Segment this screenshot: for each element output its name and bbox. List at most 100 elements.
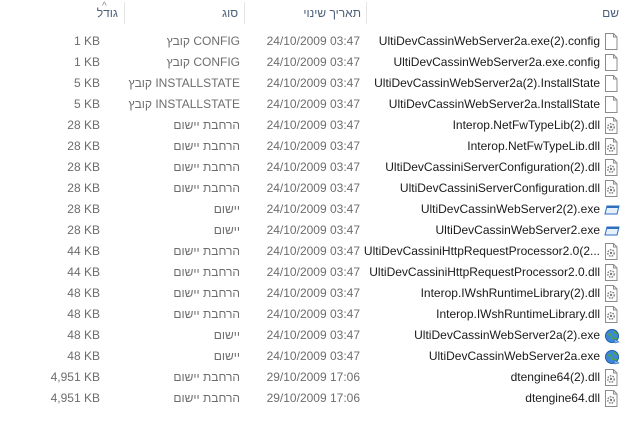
file-row[interactable]: 4,951 KB הרחבת יישום 29/10/2009 17:06 dteng…: [0, 388, 635, 409]
file-date-modified: 24/10/2009 03:47: [266, 118, 360, 132]
file-date-modified: 24/10/2009 03:47: [266, 139, 360, 153]
file-date-modified: 24/10/2009 03:47: [266, 286, 360, 300]
file-date-modified: 24/10/2009 03:47: [266, 34, 360, 48]
dll-gear-icon: [604, 264, 618, 281]
file-name: UltiDevCassiniHttpRequestProcessor2.0(2.…: [363, 244, 600, 258]
file-name: UltiDevCassinWebServer2a.InstallState: [388, 97, 600, 111]
file-list: 1 KB CONFIG קובץ 24/10/2009 03:47 UltiDevCa…: [0, 31, 635, 409]
file-row[interactable]: 48 KB יישום 24/10/2009 03:47 UltiDevCassinW…: [0, 325, 635, 346]
dll-gear-icon: [604, 390, 618, 407]
file-date-modified: 24/10/2009 03:47: [266, 328, 360, 342]
file-size: 4,951 KB: [50, 391, 100, 405]
column-header-bar: ^ גודל סוג תאריך שינוי שם: [0, 0, 635, 26]
file-type: הרחבת יישום: [173, 307, 240, 321]
file-size: 4,951 KB: [50, 370, 100, 384]
file-size: 28 KB: [67, 223, 100, 237]
file-date-modified: 24/10/2009 03:47: [266, 181, 360, 195]
file-date-modified: 24/10/2009 03:47: [266, 307, 360, 321]
file-size: 28 KB: [67, 160, 100, 174]
file-name: UltiDevCassiniServerConfiguration(2).dll: [385, 160, 600, 174]
file-row[interactable]: 44 KB הרחבת יישום 24/10/2009 03:47 UltiDevC…: [0, 262, 635, 283]
file-date-modified: 24/10/2009 03:47: [266, 244, 360, 258]
dll-gear-icon: [604, 117, 618, 134]
file-type: הרחבת יישום: [173, 391, 240, 405]
globe-app-icon: [604, 348, 620, 365]
file-type: הרחבת יישום: [173, 181, 240, 195]
dll-gear-icon: [604, 138, 618, 155]
file-date-modified: 24/10/2009 03:47: [266, 55, 360, 69]
file-row[interactable]: 28 KB הרחבת יישום 24/10/2009 03:47 UltiDevC…: [0, 178, 635, 199]
column-header-size[interactable]: ^ גודל: [20, 0, 120, 26]
app-window-icon: [604, 201, 620, 218]
file-name: UltiDevCassiniHttpRequestProcessor2.0.dl…: [369, 265, 600, 279]
column-header-date[interactable]: תאריך שינוי: [245, 0, 365, 26]
dll-gear-icon: [604, 369, 618, 386]
blank-file-icon: [604, 33, 618, 50]
file-size: 48 KB: [67, 349, 100, 363]
file-size: 5 KB: [73, 76, 100, 90]
file-name: UltiDevCassiniServerConfiguration.dll: [399, 181, 600, 195]
file-row[interactable]: 48 KB הרחבת יישום 24/10/2009 03:47 Interop.…: [0, 304, 635, 325]
file-name: UltiDevCassinWebServer2.exe: [435, 223, 600, 237]
file-type: יישום: [213, 223, 240, 237]
file-date-modified: 24/10/2009 03:47: [266, 265, 360, 279]
file-size: 1 KB: [73, 55, 100, 69]
dll-gear-icon: [604, 306, 618, 323]
file-name: UltiDevCassinWebServer2a.exe.config: [393, 55, 600, 69]
file-row[interactable]: 28 KB יישום 24/10/2009 03:47 UltiDevCassinW…: [0, 199, 635, 220]
file-row[interactable]: 5 KB INSTALLSTATE קובץ 24/10/2009 03:47 Ult…: [0, 94, 635, 115]
file-size: 48 KB: [67, 328, 100, 342]
file-row[interactable]: 28 KB יישום 24/10/2009 03:47 UltiDevCassinW…: [0, 220, 635, 241]
file-type: הרחבת יישום: [173, 370, 240, 384]
file-name: UltiDevCassinWebServer2a(2).exe: [414, 328, 600, 342]
column-header-size-label: גודל: [96, 6, 118, 20]
app-window-icon: [604, 222, 620, 239]
file-size: 28 KB: [67, 181, 100, 195]
file-type: CONFIG קובץ: [166, 55, 240, 69]
file-name: UltiDevCassinWebServer2a.exe(2).config: [378, 34, 600, 48]
file-type: הרחבת יישום: [173, 160, 240, 174]
file-size: 44 KB: [67, 265, 100, 279]
column-header-type-label: סוג: [222, 6, 239, 20]
file-name: UltiDevCassinWebServer2a.exe: [428, 349, 600, 363]
file-type: יישום: [213, 202, 240, 216]
file-type: הרחבת יישום: [173, 265, 240, 279]
file-type: CONFIG קובץ: [166, 34, 240, 48]
file-date-modified: 24/10/2009 03:47: [266, 349, 360, 363]
sort-ascending-icon: ^: [102, 1, 107, 12]
file-type: INSTALLSTATE קובץ: [128, 76, 240, 90]
file-row[interactable]: 28 KB הרחבת יישום 24/10/2009 03:47 Interop.…: [0, 115, 635, 136]
file-size: 1 KB: [73, 34, 100, 48]
file-type: INSTALLSTATE קובץ: [128, 97, 240, 111]
file-type: הרחבת יישום: [173, 286, 240, 300]
file-row[interactable]: 1 KB CONFIG קובץ 24/10/2009 03:47 UltiDevCa…: [0, 52, 635, 73]
file-size: 48 KB: [67, 286, 100, 300]
file-name: dtengine64(2).dll: [510, 370, 600, 384]
file-row[interactable]: 4,951 KB הרחבת יישום 29/10/2009 17:06 dteng…: [0, 367, 635, 388]
file-date-modified: 24/10/2009 03:47: [266, 97, 360, 111]
file-row[interactable]: 1 KB CONFIG קובץ 24/10/2009 03:47 UltiDevCa…: [0, 31, 635, 52]
file-type: הרחבת יישום: [173, 139, 240, 153]
file-type: יישום: [213, 349, 240, 363]
file-name: Interop.NetFwTypeLib(2).dll: [452, 118, 600, 132]
column-header-date-label: תאריך שינוי: [303, 6, 361, 20]
dll-gear-icon: [604, 285, 618, 302]
file-type: הרחבת יישום: [173, 244, 240, 258]
file-row[interactable]: 44 KB הרחבת יישום 24/10/2009 03:47 UltiDevC…: [0, 241, 635, 262]
file-type: יישום: [213, 328, 240, 342]
file-type: הרחבת יישום: [173, 118, 240, 132]
file-row[interactable]: 28 KB הרחבת יישום 24/10/2009 03:47 UltiDevC…: [0, 157, 635, 178]
file-size: 44 KB: [67, 244, 100, 258]
file-size: 28 KB: [67, 118, 100, 132]
file-date-modified: 24/10/2009 03:47: [266, 223, 360, 237]
file-date-modified: 24/10/2009 03:47: [266, 160, 360, 174]
dll-gear-icon: [604, 180, 618, 197]
file-row[interactable]: 48 KB יישום 24/10/2009 03:47 UltiDevCassinW…: [0, 346, 635, 367]
dll-gear-icon: [604, 159, 618, 176]
file-date-modified: 24/10/2009 03:47: [266, 202, 360, 216]
file-row[interactable]: 48 KB הרחבת יישום 24/10/2009 03:47 Interop.…: [0, 283, 635, 304]
file-row[interactable]: 28 KB הרחבת יישום 24/10/2009 03:47 Interop.…: [0, 136, 635, 157]
file-name: UltiDevCassinWebServer2(2).exe: [420, 202, 600, 216]
column-header-name[interactable]: שם: [367, 0, 621, 26]
file-row[interactable]: 5 KB INSTALLSTATE קובץ 24/10/2009 03:47 Ult…: [0, 73, 635, 94]
